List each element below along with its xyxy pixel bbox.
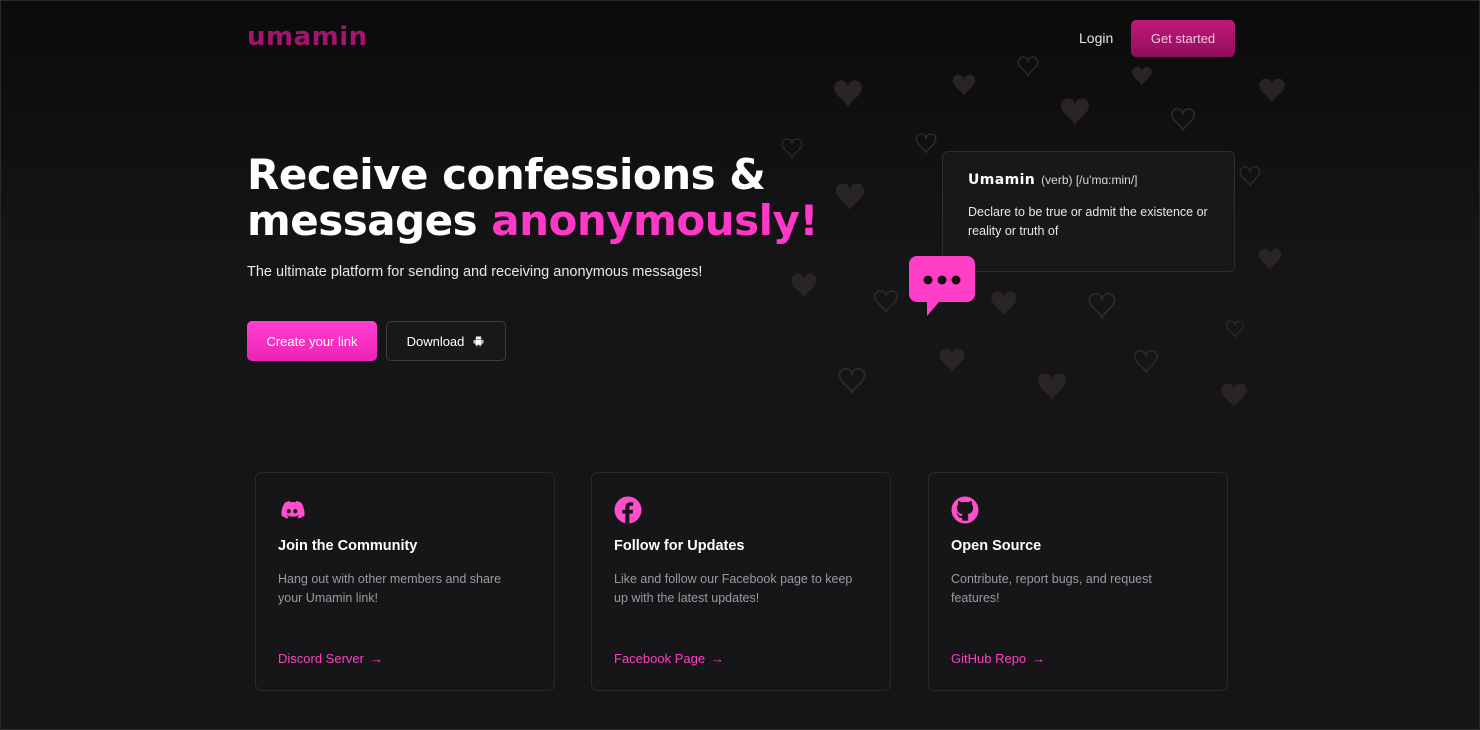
android-icon — [474, 335, 484, 346]
hero-title-accent: anonymously! — [491, 196, 819, 245]
github-repo-link[interactable]: GitHub Repo → — [951, 651, 1045, 666]
arrow-right-icon: → — [369, 651, 383, 666]
download-label: Download — [406, 333, 465, 349]
definition-meta: (verb) [/u'mɑ:min/] — [1041, 173, 1138, 187]
definition-text: Declare to be true or admit the existenc… — [968, 205, 1208, 238]
definition-word: Umamin — [968, 172, 1036, 188]
facebook-page-link[interactable]: Facebook Page → — [614, 651, 724, 666]
discord-server-link[interactable]: Discord Server → — [278, 651, 383, 666]
card-text: Like and follow our Facebook page to kee… — [614, 572, 853, 605]
definition-heading: Umamin (verb) [/u'mɑ:min/] — [968, 171, 1137, 188]
hero-title-line1: Receive confessions & — [247, 150, 766, 199]
hero-subtitle: The ultimate platform for sending and re… — [247, 264, 703, 280]
arrow-right-icon: → — [1032, 651, 1046, 666]
download-button[interactable]: Download — [386, 321, 506, 361]
card-title: Open Source — [951, 538, 1042, 554]
link-label: Facebook Page — [614, 651, 706, 666]
github-icon — [951, 496, 979, 524]
card-updates: Follow for Updates Like and follow our F… — [591, 472, 891, 691]
link-label: GitHub Repo — [951, 651, 1027, 666]
discord-icon — [281, 501, 305, 519]
arrow-right-icon: → — [711, 651, 725, 666]
card-text: Contribute, report bugs, and request fea… — [951, 572, 1152, 605]
logo[interactable]: umamin — [247, 22, 368, 52]
facebook-icon — [614, 496, 642, 524]
definition-card: Umamin (verb) [/u'mɑ:min/] Declare to be … — [942, 151, 1235, 272]
hero-title: Receive confessions & messages anonymous… — [247, 152, 947, 244]
create-link-button[interactable]: Create your link — [247, 321, 377, 361]
card-community: Join the Community Hang out with other m… — [255, 472, 555, 691]
card-title: Follow for Updates — [614, 538, 745, 554]
card-title: Join the Community — [278, 538, 418, 554]
link-label: Discord Server — [278, 651, 364, 666]
chat-bubble-icon — [909, 256, 975, 316]
card-text: Hang out with other members and share yo… — [278, 572, 502, 605]
card-open-source: Open Source Contribute, report bugs, and… — [928, 472, 1228, 691]
hero-title-line2: messages — [247, 196, 478, 245]
